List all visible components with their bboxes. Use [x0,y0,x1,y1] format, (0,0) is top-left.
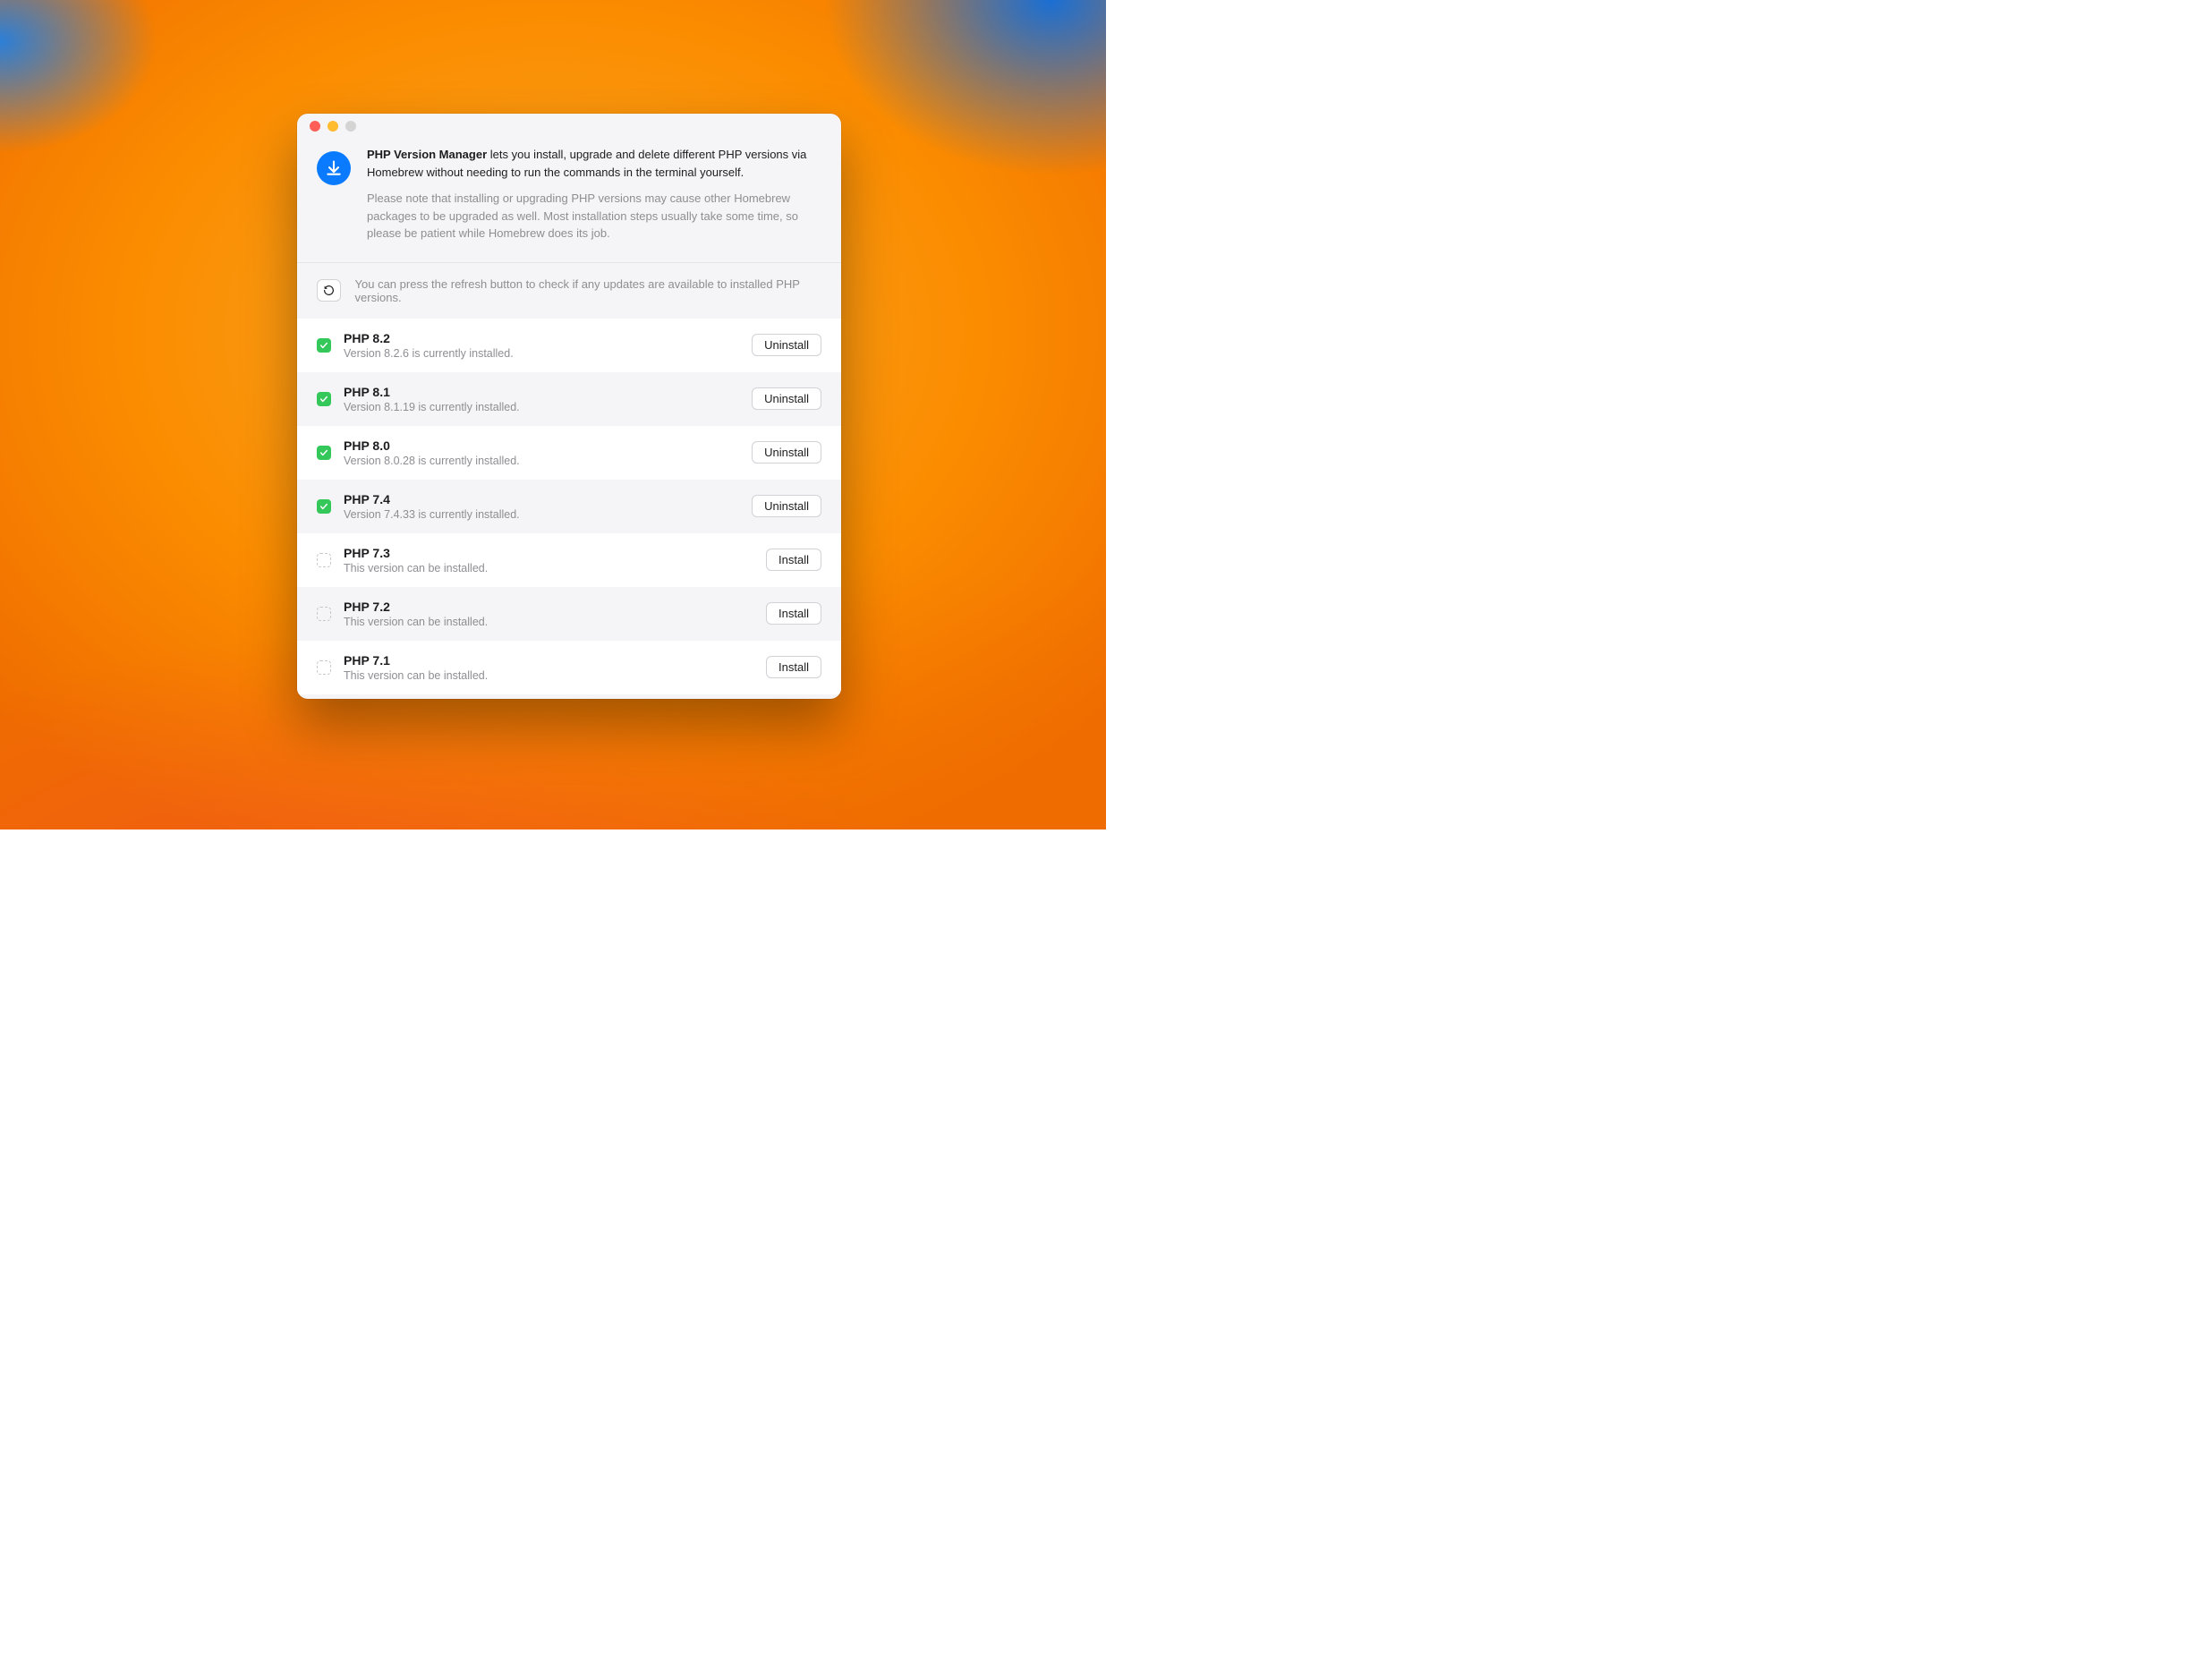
version-subtitle: Version 7.4.33 is currently installed. [344,508,739,521]
app-title: PHP Version Manager [367,148,487,161]
version-row: PHP 7.3 This version can be installed. Ins… [297,533,841,587]
version-subtitle: Version 8.0.28 is currently installed. [344,455,739,467]
checkbox-checked-icon [317,499,331,514]
version-info: PHP 7.4 Version 7.4.33 is currently insta… [344,492,739,521]
version-subtitle: Version 8.2.6 is currently installed. [344,347,739,360]
app-window: PHP Version Manager lets you install, up… [297,114,841,699]
version-subtitle: This version can be installed. [344,669,753,682]
install-button[interactable]: Install [766,549,821,571]
version-info: PHP 8.2 Version 8.2.6 is currently instal… [344,331,739,360]
version-row: PHP 8.1 Version 8.1.19 is currently insta… [297,372,841,426]
download-icon [317,151,351,185]
version-row: PHP 8.0 Version 8.0.28 is currently insta… [297,426,841,480]
version-row: PHP 7.2 This version can be installed. Ins… [297,587,841,641]
uninstall-button[interactable]: Uninstall [752,387,821,410]
version-subtitle: This version can be installed. [344,616,753,628]
version-subtitle: This version can be installed. [344,562,753,574]
refresh-icon [323,285,335,296]
version-title: PHP 7.4 [344,492,739,506]
install-button[interactable]: Install [766,656,821,678]
version-title: PHP 8.2 [344,331,739,345]
header-description: PHP Version Manager lets you install, up… [367,146,814,181]
version-info: PHP 7.2 This version can be installed. [344,600,753,628]
versions-list[interactable]: PHP 8.2 Version 8.2.6 is currently instal… [297,319,841,700]
version-subtitle: Version 8.1.19 is currently installed. [344,401,739,413]
refresh-button[interactable] [317,279,341,302]
zoom-icon [345,121,356,132]
version-title: PHP 7.1 [344,653,753,668]
version-title: PHP 7.3 [344,546,753,560]
install-button[interactable]: Install [766,602,821,625]
refresh-bar: You can press the refresh button to chec… [297,262,841,319]
version-row: PHP 8.2 Version 8.2.6 is currently instal… [297,319,841,372]
version-info: PHP 8.0 Version 8.0.28 is currently insta… [344,438,739,467]
uninstall-button[interactable]: Uninstall [752,441,821,464]
minimize-icon[interactable] [328,121,338,132]
close-icon[interactable] [310,121,320,132]
version-title: PHP 8.1 [344,385,739,399]
refresh-hint: You can press the refresh button to chec… [355,277,821,304]
checkbox-checked-icon [317,392,331,406]
version-info: PHP 8.1 Version 8.1.19 is currently insta… [344,385,739,413]
checkbox-checked-icon [317,446,331,460]
checkbox-checked-icon [317,338,331,353]
uninstall-button[interactable]: Uninstall [752,495,821,517]
version-title: PHP 8.0 [344,438,739,453]
header-text: PHP Version Manager lets you install, up… [367,146,814,242]
checkbox-unchecked-icon [317,607,331,621]
header-note: Please note that installing or upgrading… [367,190,814,242]
window-titlebar[interactable] [297,114,841,139]
checkbox-unchecked-icon [317,553,331,567]
version-row: PHP 7.4 Version 7.4.33 is currently insta… [297,480,841,533]
header-section: PHP Version Manager lets you install, up… [297,139,841,262]
version-row: PHP 7.1This version can be installed. Ins… [297,641,841,694]
uninstall-button[interactable]: Uninstall [752,334,821,356]
version-title: PHP 7.2 [344,600,753,614]
version-info: PHP 7.1This version can be installed. [344,653,753,682]
version-info: PHP 7.3 This version can be installed. [344,546,753,574]
checkbox-unchecked-icon [317,660,331,675]
